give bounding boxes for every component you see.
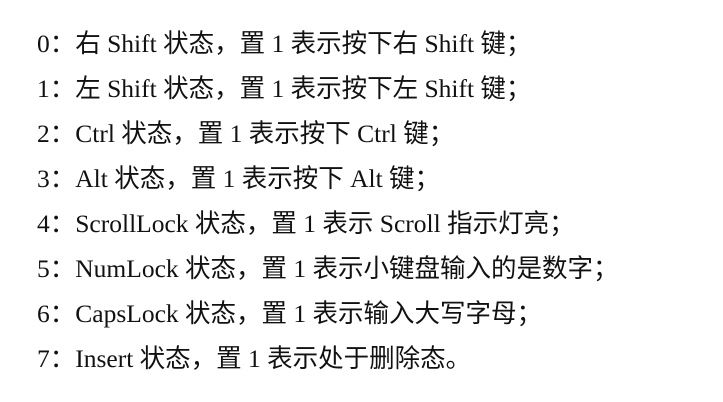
- bit-6-description: 6：CapsLock 状态，置 1 表示输入大写字母；: [37, 299, 543, 328]
- bit-2-description: 2：Ctrl 状态，置 1 表示按下 Ctrl 键；: [37, 119, 455, 148]
- bit-1-description: 1：左 Shift 状态，置 1 表示按下左 Shift 键；: [37, 74, 532, 103]
- bit-7-description: 7：Insert 状态，置 1 表示处于删除态。: [37, 344, 472, 373]
- bit-5-description: 5：NumLock 状态，置 1 表示小键盘输入的是数字；: [37, 254, 619, 283]
- bit-3-description: 3：Alt 状态，置 1 表示按下 Alt 键；: [37, 164, 441, 193]
- bit-0-description: 0：右 Shift 状态，置 1 表示按下右 Shift 键；: [37, 29, 532, 58]
- bit-4-description: 4：ScrollLock 状态，置 1 表示 Scroll 指示灯亮；: [37, 209, 575, 238]
- document-body: 0：右 Shift 状态，置 1 表示按下右 Shift 键； 1：左 Shif…: [37, 21, 717, 381]
